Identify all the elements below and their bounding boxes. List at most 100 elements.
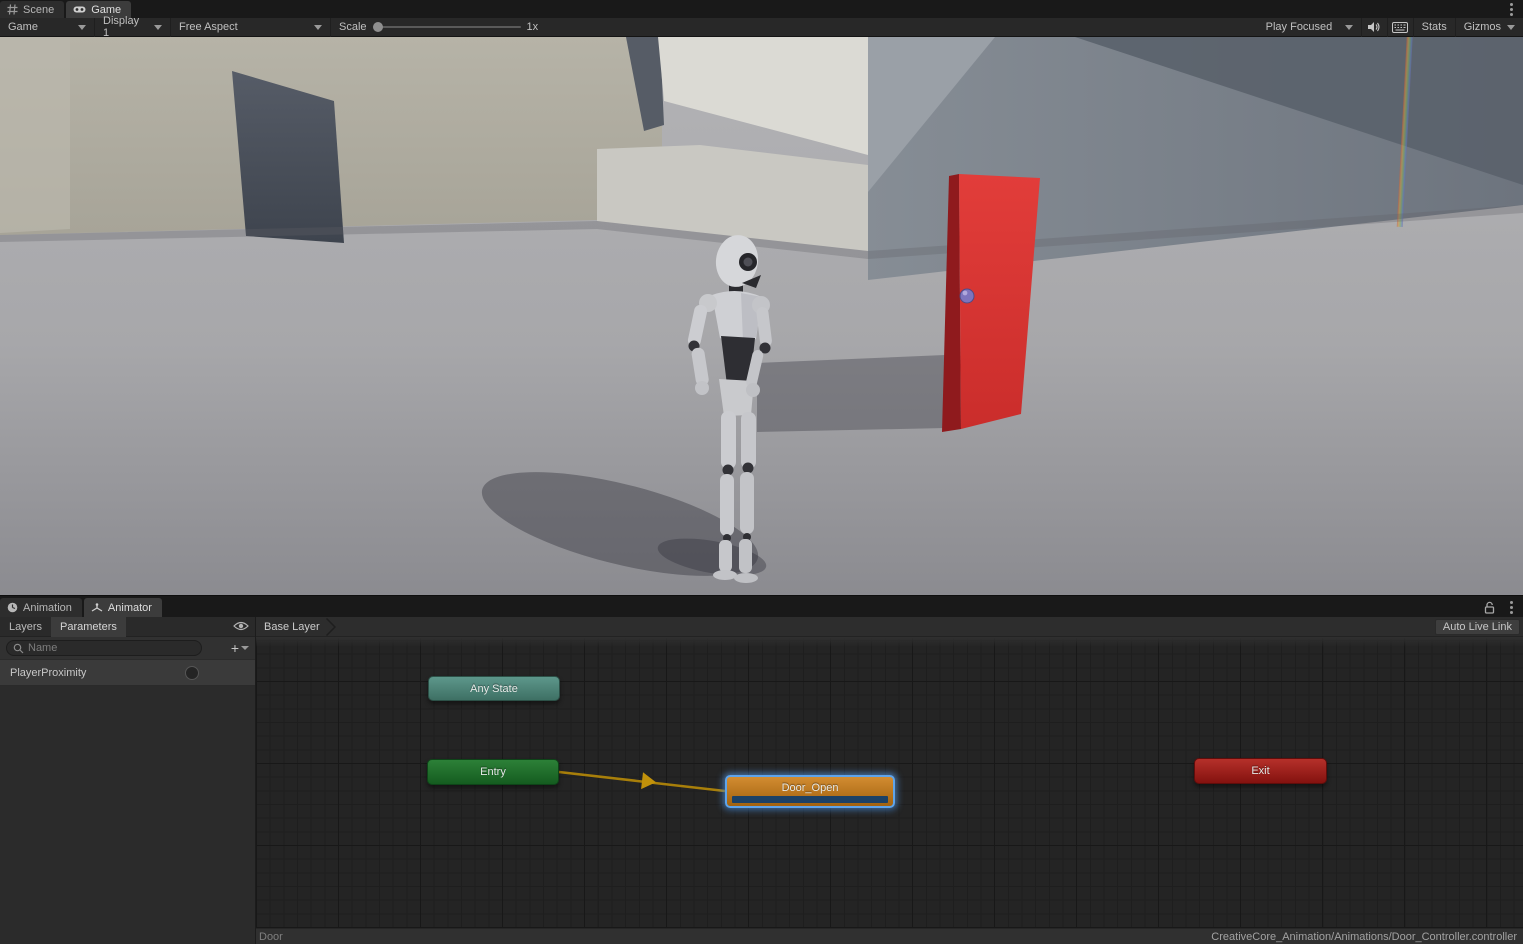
selected-object-name: Door (256, 931, 283, 943)
breadcrumb-row: Base Layer Auto Live Link (256, 617, 1523, 637)
gizmos-button[interactable]: Gizmos (1456, 18, 1523, 37)
trigger-radio-button[interactable] (185, 666, 199, 680)
chevron-down-icon (241, 646, 249, 650)
chevron-down-icon (154, 25, 162, 30)
tab-parameters[interactable]: Parameters (51, 617, 126, 637)
state-label: Entry (480, 766, 506, 778)
state-node-any-state[interactable]: Any State (428, 676, 560, 701)
tab-scene-label: Scene (23, 4, 54, 16)
tab-animation-label: Animation (23, 602, 72, 614)
aspect-dropdown[interactable]: Free Aspect (171, 18, 331, 37)
robot-left-thigh (721, 411, 736, 469)
add-parameter-button[interactable]: + (231, 640, 249, 656)
animator-tab-bar: Animation Animator (0, 595, 1523, 617)
tab-animator[interactable]: Animator (84, 598, 162, 617)
layers-parameters-tabs: Layers Parameters (0, 617, 255, 637)
doorknob-highlight (963, 291, 968, 296)
breadcrumb[interactable]: Base Layer (256, 621, 326, 633)
scene-grid-icon (7, 4, 18, 15)
robot-right-hand (746, 383, 760, 397)
state-label: Any State (470, 683, 518, 695)
animator-icon (91, 603, 103, 613)
stats-button[interactable]: Stats (1414, 18, 1456, 37)
display-dropdown[interactable]: Display 1 (95, 18, 171, 37)
view-tab-bar: Scene Game (0, 0, 1523, 18)
clock-icon (7, 602, 18, 613)
robot-right-knee (743, 463, 754, 474)
unity-editor-window: Scene Game Game Display 1 Free Aspect Sc… (0, 0, 1523, 944)
tab-scene[interactable]: Scene (0, 1, 64, 18)
transition-arrowhead (641, 772, 657, 790)
parameter-name: PlayerProximity (10, 667, 86, 679)
chevron-down-icon (1345, 25, 1353, 30)
plus-icon: + (231, 640, 239, 656)
state-label: Exit (1251, 765, 1269, 777)
scale-value: 1x (527, 21, 539, 33)
robot-left-hand (695, 381, 709, 395)
display-dropdown-label: Display 1 (103, 15, 148, 39)
animator-graph-area: Base Layer Auto Live Link Any State Entr… (256, 617, 1523, 944)
robot-left-foot (713, 570, 737, 580)
robot-eye (744, 258, 753, 267)
toolbar-right-group: Play Focused Stats Gizmos (1258, 18, 1523, 37)
search-input-wrapper[interactable] (6, 640, 202, 656)
state-node-entry[interactable]: Entry (427, 759, 559, 785)
scale-slider[interactable] (373, 26, 521, 28)
tab-game-label: Game (91, 4, 121, 16)
playback-progress-bar (732, 796, 888, 803)
robot-right-calf (740, 472, 754, 534)
chevron-down-icon (314, 25, 322, 30)
play-focused-label: Play Focused (1266, 21, 1333, 33)
doorknob (960, 289, 974, 303)
scale-control: Scale 1x (331, 18, 546, 37)
robot-right-shin (739, 539, 752, 573)
keyboard-button[interactable] (1388, 18, 1414, 37)
game-view-dropdown[interactable]: Game (0, 18, 95, 37)
animator-panel-controls (1484, 599, 1519, 615)
animator-panel: Layers Parameters (0, 617, 1523, 944)
state-label: Door_Open (782, 782, 839, 794)
animator-kebab-menu[interactable] (1503, 599, 1519, 615)
keyboard-icon (1392, 22, 1408, 33)
game-view-dropdown-label: Game (8, 21, 38, 33)
game-controller-icon (73, 5, 86, 14)
breadcrumb-chevron-icon (326, 618, 336, 636)
robot-right-foot (734, 573, 758, 583)
state-node-door-open[interactable]: Door_Open (725, 775, 895, 808)
controller-asset-path: CreativeCore_Animation/Animations/Door_C… (1211, 931, 1523, 943)
animator-left-panel: Layers Parameters (0, 617, 256, 944)
state-machine-canvas[interactable]: Any State Entry Door_Open Exit (256, 637, 1523, 928)
auto-live-link-button[interactable]: Auto Live Link (1435, 619, 1520, 635)
play-focused-dropdown[interactable]: Play Focused (1258, 18, 1362, 37)
animator-status-bar: Door CreativeCore_Animation/Animations/D… (256, 928, 1523, 944)
state-node-exit[interactable]: Exit (1194, 758, 1327, 784)
tab-animator-label: Animator (108, 602, 152, 614)
robot-right-thigh (741, 412, 756, 469)
window-kebab-menu[interactable] (1503, 1, 1519, 17)
unlock-icon[interactable] (1484, 601, 1495, 614)
tab-animation[interactable]: Animation (0, 598, 82, 617)
mute-audio-button[interactable] (1362, 18, 1388, 37)
speaker-icon (1367, 21, 1381, 33)
search-input[interactable] (28, 642, 178, 654)
parameter-row[interactable]: PlayerProximity (0, 660, 255, 686)
robot-left-knee (723, 465, 734, 476)
game-render (0, 37, 1523, 595)
door-shadow (757, 355, 945, 432)
robot-left-shin (719, 540, 732, 572)
chevron-down-icon (78, 25, 86, 30)
chevron-down-icon (1507, 25, 1515, 30)
scene-left-wall-highlight (0, 37, 70, 233)
gizmos-label: Gizmos (1464, 21, 1501, 33)
tab-layers-label: Layers (9, 621, 42, 633)
scale-slider-knob[interactable] (373, 22, 383, 32)
tab-parameters-label: Parameters (60, 621, 117, 633)
robot-left-calf (720, 474, 734, 536)
tab-layers[interactable]: Layers (0, 617, 51, 637)
parameter-search-row: + (0, 637, 255, 659)
eye-icon[interactable] (233, 620, 249, 632)
scale-label: Scale (339, 21, 367, 33)
search-icon (13, 643, 24, 654)
game-view-toolbar: Game Display 1 Free Aspect Scale 1x Play… (0, 18, 1523, 37)
game-viewport[interactable] (0, 37, 1523, 595)
